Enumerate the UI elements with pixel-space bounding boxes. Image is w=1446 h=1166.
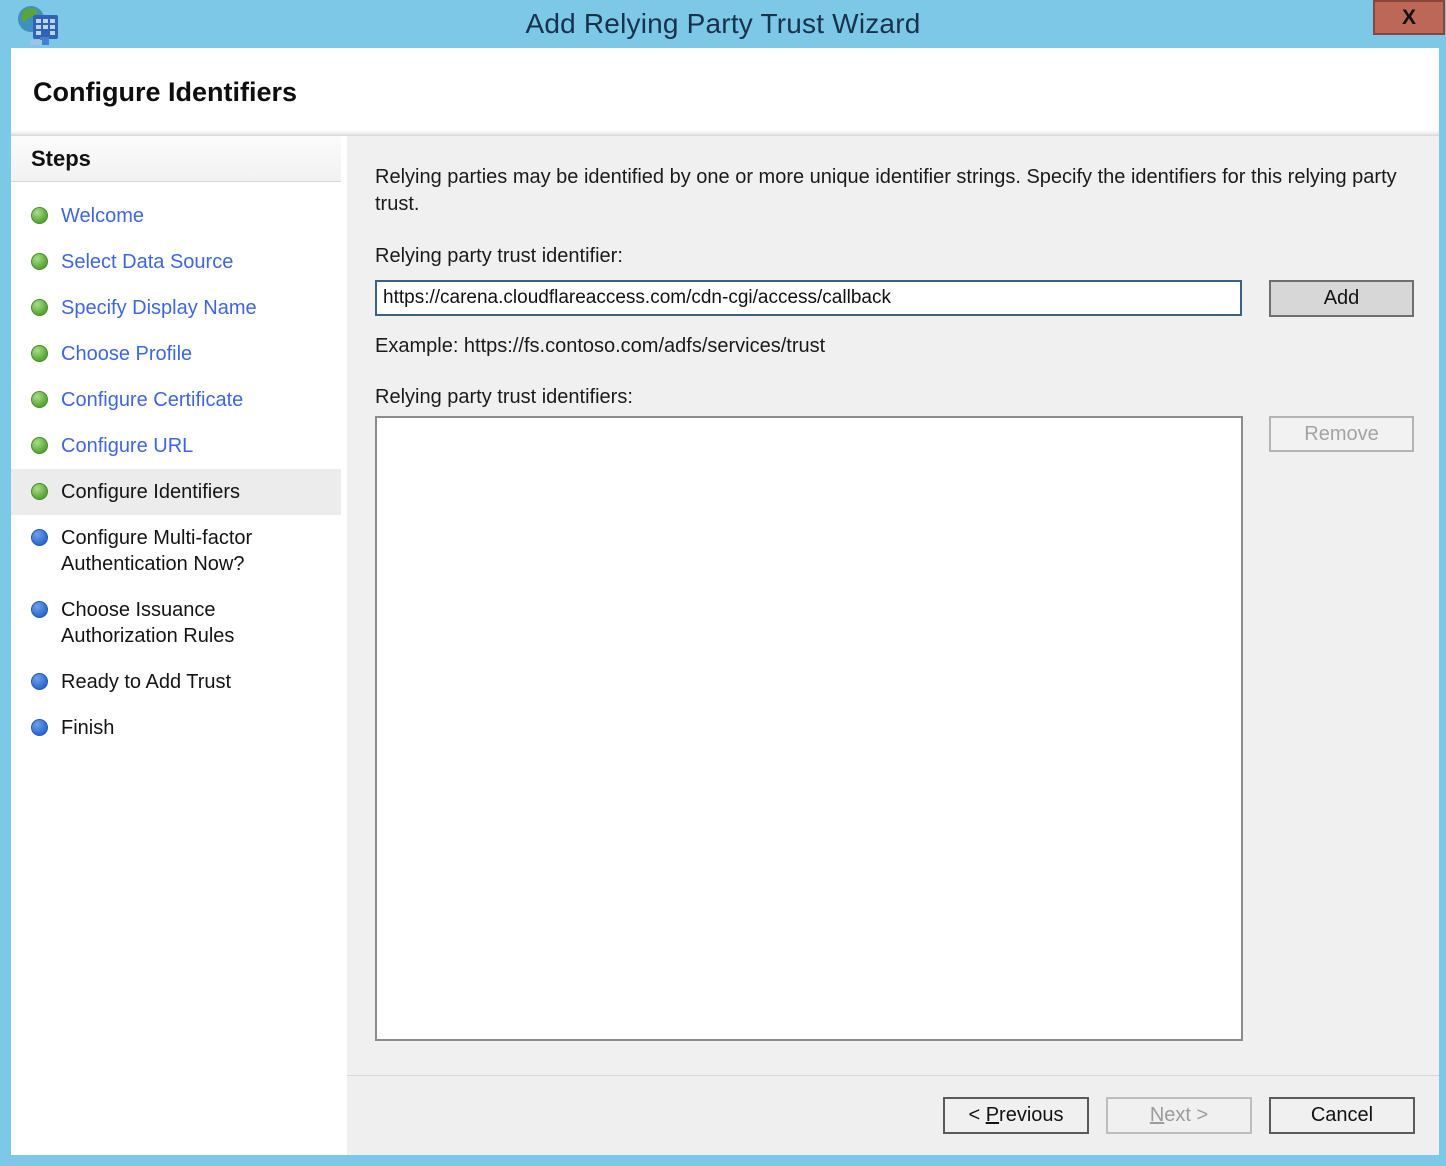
titlebar: Add Relying Party Trust Wizard X	[0, 0, 1446, 48]
step-specify-display-name[interactable]: Specify Display Name	[11, 285, 341, 331]
step-configure-mfa: Configure Multi-factor Authentication No…	[11, 515, 341, 587]
step-upcoming-icon	[31, 529, 48, 546]
content-pane: Relying parties may be identified by one…	[347, 136, 1439, 1073]
step-welcome[interactable]: Welcome	[11, 193, 341, 239]
intro-text: Relying parties may be identified by one…	[375, 164, 1397, 218]
steps-sidebar: Steps Welcome Select Data Source Specify…	[11, 136, 341, 1155]
window-body: Configure Identifiers Steps Welcome Sele…	[11, 48, 1439, 1155]
step-list: Welcome Select Data Source Specify Displ…	[11, 182, 341, 751]
step-completed-icon	[31, 437, 48, 454]
next-button[interactable]: Next >	[1106, 1097, 1252, 1134]
step-select-data-source[interactable]: Select Data Source	[11, 239, 341, 285]
remove-button[interactable]: Remove	[1269, 416, 1414, 452]
step-configure-certificate[interactable]: Configure Certificate	[11, 377, 341, 423]
step-completed-icon	[31, 391, 48, 408]
step-current-icon	[31, 483, 48, 500]
cancel-button[interactable]: Cancel	[1269, 1097, 1415, 1134]
step-ready-to-add-trust: Ready to Add Trust	[11, 659, 341, 705]
identifier-input[interactable]	[375, 280, 1242, 316]
step-choose-profile[interactable]: Choose Profile	[11, 331, 341, 377]
adfs-app-icon	[16, 4, 62, 46]
page-title: Configure Identifiers	[33, 77, 297, 108]
window-title: Add Relying Party Trust Wizard	[525, 8, 920, 40]
page-header: Configure Identifiers	[11, 48, 1439, 136]
step-completed-icon	[31, 253, 48, 270]
step-finish: Finish	[11, 705, 341, 751]
step-upcoming-icon	[31, 601, 48, 618]
wizard-window: Add Relying Party Trust Wizard X Configu…	[0, 0, 1446, 1166]
wizard-button-bar: < Previous Next > Cancel	[347, 1075, 1439, 1155]
close-button[interactable]: X	[1373, 0, 1445, 35]
step-configure-url[interactable]: Configure URL	[11, 423, 341, 469]
step-upcoming-icon	[31, 719, 48, 736]
identifiers-list-label: Relying party trust identifiers:	[375, 386, 1420, 409]
step-upcoming-icon	[31, 673, 48, 690]
example-text: Example: https://fs.contoso.com/adfs/ser…	[375, 335, 1420, 358]
step-completed-icon	[31, 299, 48, 316]
steps-heading: Steps	[11, 136, 341, 182]
identifier-label: Relying party trust identifier:	[375, 245, 1420, 268]
previous-button[interactable]: < Previous	[943, 1097, 1089, 1134]
step-configure-identifiers[interactable]: Configure Identifiers	[11, 469, 341, 515]
step-completed-icon	[31, 345, 48, 362]
step-choose-issuance-authorization-rules: Choose Issuance Authorization Rules	[11, 587, 341, 659]
identifiers-listbox[interactable]	[375, 416, 1243, 1041]
add-button[interactable]: Add	[1269, 280, 1414, 317]
step-completed-icon	[31, 207, 48, 224]
